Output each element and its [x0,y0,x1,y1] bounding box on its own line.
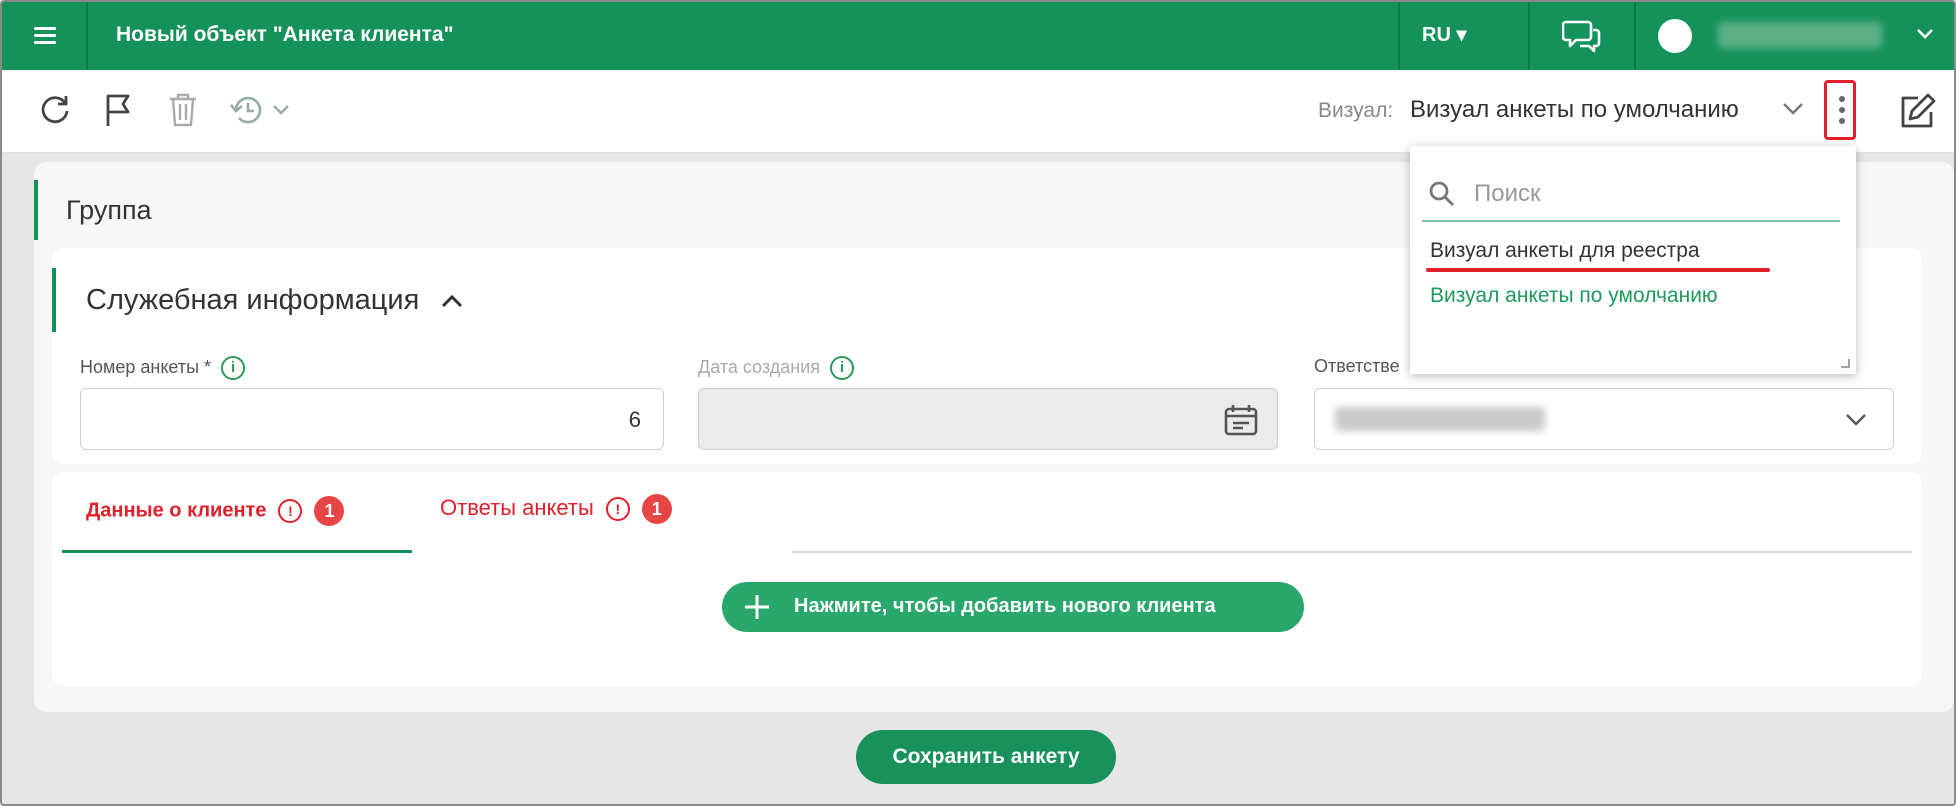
refresh-icon[interactable] [38,92,72,126]
dropdown-search [1422,166,1840,222]
language-selector[interactable]: RU ▾ [1422,22,1466,47]
visual-select[interactable]: Визуал анкеты по умолчанию [1410,96,1739,124]
error-count-badge: 1 [641,494,672,524]
menu-icon[interactable] [30,20,62,52]
group-title: Группа [34,180,152,240]
highlight-underline [1426,268,1770,272]
visual-label: Визуал: [1318,99,1394,122]
responsible-select[interactable] [1314,388,1894,450]
search-icon [1429,181,1454,206]
edit-icon[interactable] [1898,92,1938,130]
visual-dropdown: Визуал анкеты для реестра Визуал анкеты … [1410,146,1856,374]
user-name[interactable] [1718,22,1882,48]
app-window: Новый объект "Анкета клиента" RU ▾ Визуа… [0,0,1956,806]
search-input[interactable] [1472,178,1826,210]
add-client-label: Нажмите, чтобы добавить нового клиента [794,595,1216,617]
tabs-panel: Данные о клиенте! 1 Ответы анкеты! 1 Нажми… [52,472,1922,686]
dropdown-item-selected[interactable]: Визуал анкеты по умолчанию [1430,284,1718,308]
chat-icon[interactable] [1562,18,1602,54]
tab-client-data[interactable]: Данные о клиенте! 1 [86,496,345,526]
info-icon[interactable]: i [829,356,854,380]
number-label: Номер анкеты * i [80,356,246,380]
avatar[interactable] [1658,19,1692,53]
error-count-badge: 1 [314,496,345,526]
created-date-label: Дата создания i [698,356,854,380]
toolbar: Визуал: Визуал анкеты по умолчанию [2,70,1954,153]
section-title-text: Служебная информация [86,284,420,316]
dropdown-item[interactable]: Визуал анкеты для реестра [1430,239,1700,263]
flag-icon[interactable] [104,92,134,128]
number-value: 6 [628,407,641,432]
section-title[interactable]: Служебная информация [52,268,463,332]
plus-icon [745,595,769,619]
error-icon: ! [278,499,303,523]
add-client-button[interactable]: Нажмите, чтобы добавить нового клиента [722,582,1304,632]
chevron-up-icon[interactable] [441,293,463,309]
calendar-icon[interactable] [1223,403,1259,437]
info-icon[interactable]: i [221,356,246,380]
trash-icon[interactable] [168,92,198,128]
number-field[interactable]: 6 [80,388,664,450]
page-title: Новый объект "Анкета клиента" [116,23,454,46]
history-icon[interactable] [228,92,294,128]
responsible-label: Ответстве [1314,356,1400,376]
chevron-down-icon[interactable] [1916,26,1934,40]
more-options-button[interactable] [1824,80,1856,140]
created-date-field [698,388,1278,450]
chevron-down-icon[interactable] [1782,100,1804,116]
app-header: Новый объект "Анкета клиента" RU ▾ [2,2,1954,70]
responsible-value [1335,407,1545,431]
error-icon: ! [605,497,630,521]
tab-answers[interactable]: Ответы анкеты! 1 [440,494,672,524]
resize-grip-icon[interactable] [1840,358,1850,368]
chevron-down-icon[interactable] [1845,411,1867,427]
save-button[interactable]: Сохранить анкету [856,730,1116,784]
